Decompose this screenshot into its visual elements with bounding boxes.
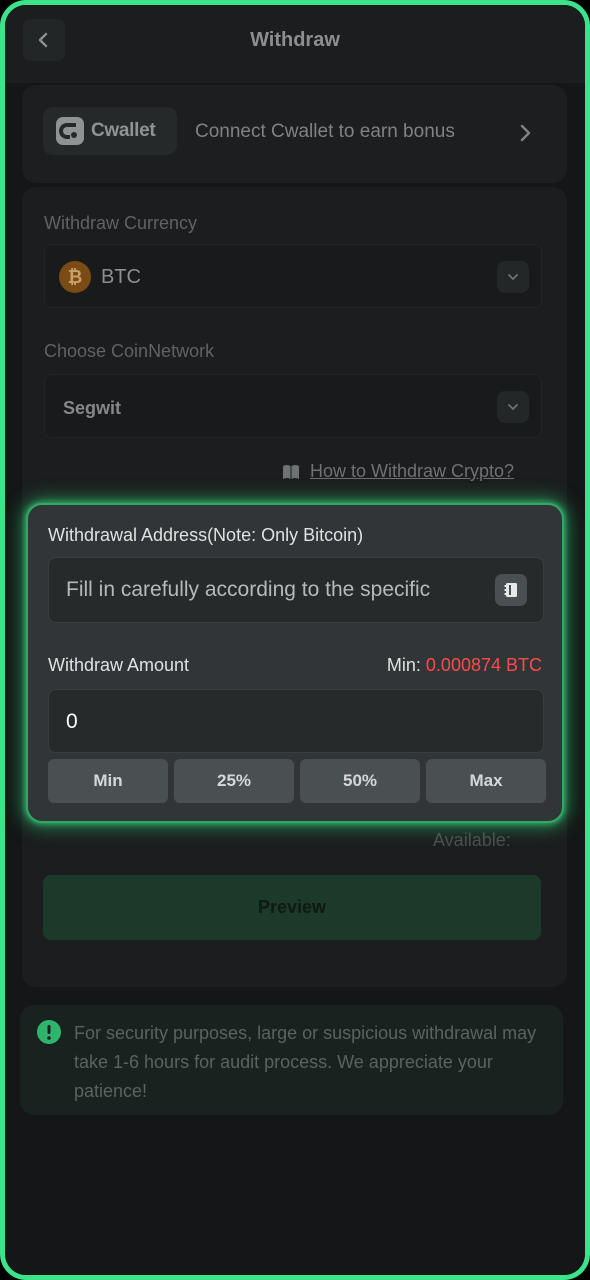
- max-amount-button[interactable]: Max: [426, 759, 546, 803]
- min-amount-button[interactable]: Min: [48, 759, 168, 803]
- cwallet-logo-text: Cwallet: [91, 120, 156, 141]
- available-balance-label: Available:: [433, 830, 511, 850]
- network-label: Choose CoinNetwork: [44, 341, 215, 361]
- chevron-down-icon: [508, 274, 518, 281]
- address-input[interactable]: Fill in carefully according to the speci…: [48, 557, 544, 623]
- amount-shortcut-buttons: Min 25% 50% Max: [48, 759, 546, 803]
- cwallet-logo: Cwallet: [43, 107, 177, 155]
- network-dropdown-toggle[interactable]: [497, 391, 529, 423]
- address-book-icon: [504, 583, 517, 597]
- currency-dropdown-toggle[interactable]: [497, 261, 529, 293]
- book-icon: [283, 464, 299, 479]
- 50-percent-button[interactable]: 50%: [300, 759, 420, 803]
- address-placeholder: Fill in carefully according to the speci…: [66, 578, 431, 601]
- security-notice-text: For security purposes, large or suspicio…: [74, 1023, 537, 1101]
- cwallet-logo-icon: [56, 117, 84, 145]
- min-amount-info: Min: 0.000874 BTC: [387, 655, 542, 676]
- preview-button[interactable]: Preview: [43, 875, 541, 940]
- address-book-button[interactable]: [495, 574, 527, 606]
- how-to-withdraw-text: How to Withdraw Crypto?: [310, 461, 515, 481]
- network-select[interactable]: Segwit: [44, 374, 542, 438]
- svg-text:₿: ₿: [68, 267, 83, 288]
- min-amount-value: 0.000874 BTC: [425, 655, 542, 675]
- alert-circle-icon: [37, 1020, 61, 1044]
- network-value: Segwit: [63, 398, 122, 418]
- amount-value: 0: [66, 710, 78, 733]
- 25-percent-button[interactable]: 25%: [174, 759, 294, 803]
- security-notice: For security purposes, large or suspicio…: [20, 1005, 563, 1115]
- cwallet-connect-banner[interactable]: Cwallet Connect Cwallet to earn bonus: [22, 85, 567, 183]
- amount-label: Withdraw Amount: [48, 655, 190, 675]
- chevron-down-icon: [508, 404, 518, 411]
- currency-value: BTC: [101, 266, 141, 288]
- how-to-withdraw-link[interactable]: How to Withdraw Crypto?: [282, 461, 514, 482]
- bitcoin-icon: ₿: [59, 261, 91, 293]
- withdraw-address-amount-panel: Withdrawal Address(Note: Only Bitcoin) F…: [26, 503, 564, 823]
- cwallet-message: Connect Cwallet to earn bonus: [195, 121, 455, 142]
- page-title: Withdraw: [250, 29, 340, 51]
- address-label: Withdrawal Address(Note: Only Bitcoin): [48, 525, 364, 545]
- chevron-right-icon: [520, 124, 531, 142]
- min-amount-label: Min:: [386, 655, 421, 675]
- currency-select[interactable]: ₿ BTC: [44, 244, 542, 308]
- amount-input[interactable]: 0: [48, 689, 544, 753]
- app-frame: Withdraw Cwallet Connect Cwallet to earn…: [0, 0, 590, 1280]
- header: Withdraw: [5, 5, 585, 83]
- currency-label: Withdraw Currency: [44, 213, 198, 233]
